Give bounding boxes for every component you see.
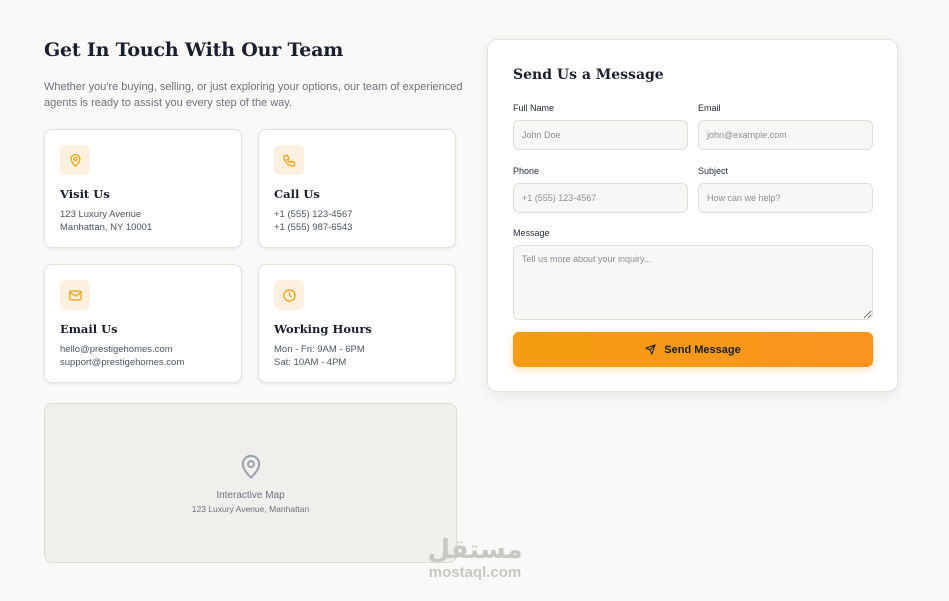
card-line: +1 (555) 123-4567 — [274, 209, 353, 220]
card-line: hello@prestigehomes.com — [60, 344, 173, 355]
card-line: Sat: 10AM - 4PM — [274, 357, 347, 368]
card-title: Working Hours — [274, 322, 372, 336]
map-pin-icon — [241, 454, 261, 479]
card-line: Manhattan, NY 10001 — [60, 222, 153, 233]
card-title: Email Us — [60, 322, 118, 336]
form-title: Send Us a Message — [513, 67, 664, 83]
working-hours-card: Working Hours Mon - Fri: 9AM - 6PM Sat: … — [258, 264, 456, 383]
card-title: Call Us — [274, 187, 320, 201]
email-label: Email — [698, 103, 721, 113]
card-line: Mon - Fri: 9AM - 6PM — [274, 344, 365, 355]
phone-input[interactable] — [513, 183, 688, 213]
visit-us-card: Visit Us 123 Luxury Avenue Manhattan, NY… — [44, 129, 242, 248]
card-title: Visit Us — [60, 187, 110, 201]
full-name-input[interactable] — [513, 120, 688, 150]
card-line: +1 (555) 987-6543 — [274, 222, 353, 233]
phone-label: Phone — [513, 166, 540, 176]
map-subtitle: 123 Luxury Avenue, Manhattan — [191, 504, 310, 514]
subject-label: Subject — [698, 166, 729, 176]
contact-section: Get In Touch With Our Team Whether you'r… — [44, 38, 463, 563]
contact-cards: Visit Us 123 Luxury Avenue Manhattan, NY… — [44, 129, 457, 383]
email-input[interactable] — [698, 120, 873, 150]
phone-icon — [274, 145, 304, 175]
message-textarea[interactable] — [513, 245, 873, 320]
interactive-map[interactable]: Interactive Map 123 Luxury Avenue, Manha… — [44, 403, 457, 563]
intro-line-2: agents is ready to assist you every step… — [44, 97, 293, 109]
call-us-card: Call Us +1 (555) 123-4567 +1 (555) 987-6… — [258, 129, 456, 248]
message-label: Message — [513, 228, 550, 238]
subject-input[interactable] — [698, 183, 873, 213]
intro-line-1: Whether you're buying, selling, or just … — [44, 81, 463, 93]
send-message-button[interactable]: Send Message — [513, 332, 873, 367]
mail-icon — [60, 280, 90, 310]
map-title: Interactive Map — [216, 490, 285, 501]
email-us-card: Email Us hello@prestigehomes.com support… — [44, 264, 242, 383]
full-name-label: Full Name — [513, 103, 555, 113]
message-form: Send Us a Message Full Name Email Phone … — [487, 39, 898, 392]
page-title: Get In Touch With Our Team — [44, 39, 344, 61]
clock-icon — [274, 280, 304, 310]
send-message-label: Send Message — [664, 343, 741, 356]
card-line: 123 Luxury Avenue — [60, 209, 142, 220]
watermark-arabic: مستقل — [427, 535, 523, 565]
watermark: مستقل mostaql.com — [415, 535, 535, 581]
watermark-latin: mostaql.com — [428, 564, 522, 581]
intro-text: Whether you're buying, selling, or just … — [44, 79, 464, 111]
map-pin-icon — [60, 145, 90, 175]
card-line: support@prestigehomes.com — [60, 357, 185, 368]
send-icon — [645, 344, 656, 355]
